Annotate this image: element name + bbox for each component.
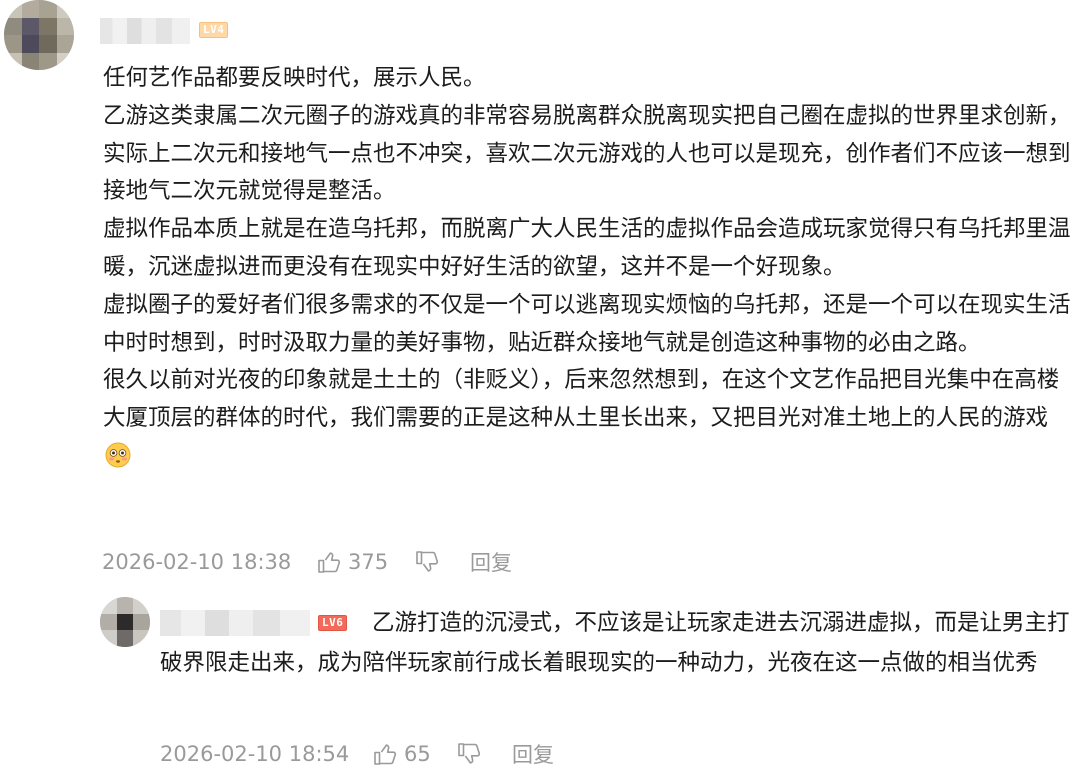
- replier-avatar[interactable]: [100, 597, 150, 647]
- thumbs-down-icon: [458, 743, 481, 764]
- thumbs-down-icon: [416, 551, 439, 572]
- comment-paragraph: 很久以前对光夜的印象就是土土的（非贬义），后来忽然想到，在这个文艺作品把目光集中…: [103, 362, 1073, 475]
- like-count: 65: [404, 742, 431, 766]
- commenter-avatar[interactable]: [4, 0, 74, 70]
- reply-button[interactable]: 回复: [470, 547, 512, 577]
- comment-paragraph-text: 很久以前对光夜的印象就是土土的（非贬义），后来忽然想到，在这个文艺作品把目光集中…: [103, 367, 1060, 432]
- comment-timestamp: 2026-02-10 18:38: [102, 550, 292, 574]
- flushed-face-emoji-icon: [105, 442, 131, 468]
- level-badge: LV4: [199, 22, 229, 38]
- reply-timestamp: 2026-02-10 18:54: [160, 742, 350, 766]
- like-button[interactable]: 375: [316, 549, 414, 575]
- comment-paragraph: 乙游这类隶属二次元圈子的游戏真的非常容易脱离群众脱离现实把自己圈在虚拟的世界里求…: [103, 102, 1071, 205]
- reply-actions: 2026-02-10 18:54 65 回复: [160, 738, 554, 770]
- reply-body: 乙游打造的沉浸式，不应该是让玩家走进去沉溺进虚拟，而是让男主打破界限走出来，成为…: [160, 610, 1070, 676]
- comment-body: 任何艺作品都要反映时代，展示人民。 乙游这类隶属二次元圈子的游戏真的非常容易脱离…: [103, 60, 1073, 476]
- like-count: 375: [348, 550, 389, 574]
- dislike-button[interactable]: [456, 741, 482, 767]
- comment-paragraph: 虚拟作品本质上就是在造乌托邦，而脱离广大人民生活的虚拟作品会造成玩家觉得只有乌托…: [103, 216, 1071, 280]
- dislike-button[interactable]: [414, 549, 440, 575]
- commenter-username-blurred[interactable]: [100, 18, 190, 44]
- thumbs-up-icon: [374, 744, 397, 765]
- thumbs-up-icon: [318, 552, 341, 573]
- comment-paragraph: 虚拟圈子的爱好者们很多需求的不仅是一个可以逃离现实烦恼的乌托邦，还是一个可以在现…: [103, 291, 1071, 356]
- comment-actions: 2026-02-10 18:38 375 回复: [102, 546, 512, 578]
- reply-button[interactable]: 回复: [512, 739, 554, 769]
- comment-paragraph: 任何艺作品都要反映时代，展示人民。: [103, 65, 486, 91]
- like-button[interactable]: 65: [372, 741, 456, 767]
